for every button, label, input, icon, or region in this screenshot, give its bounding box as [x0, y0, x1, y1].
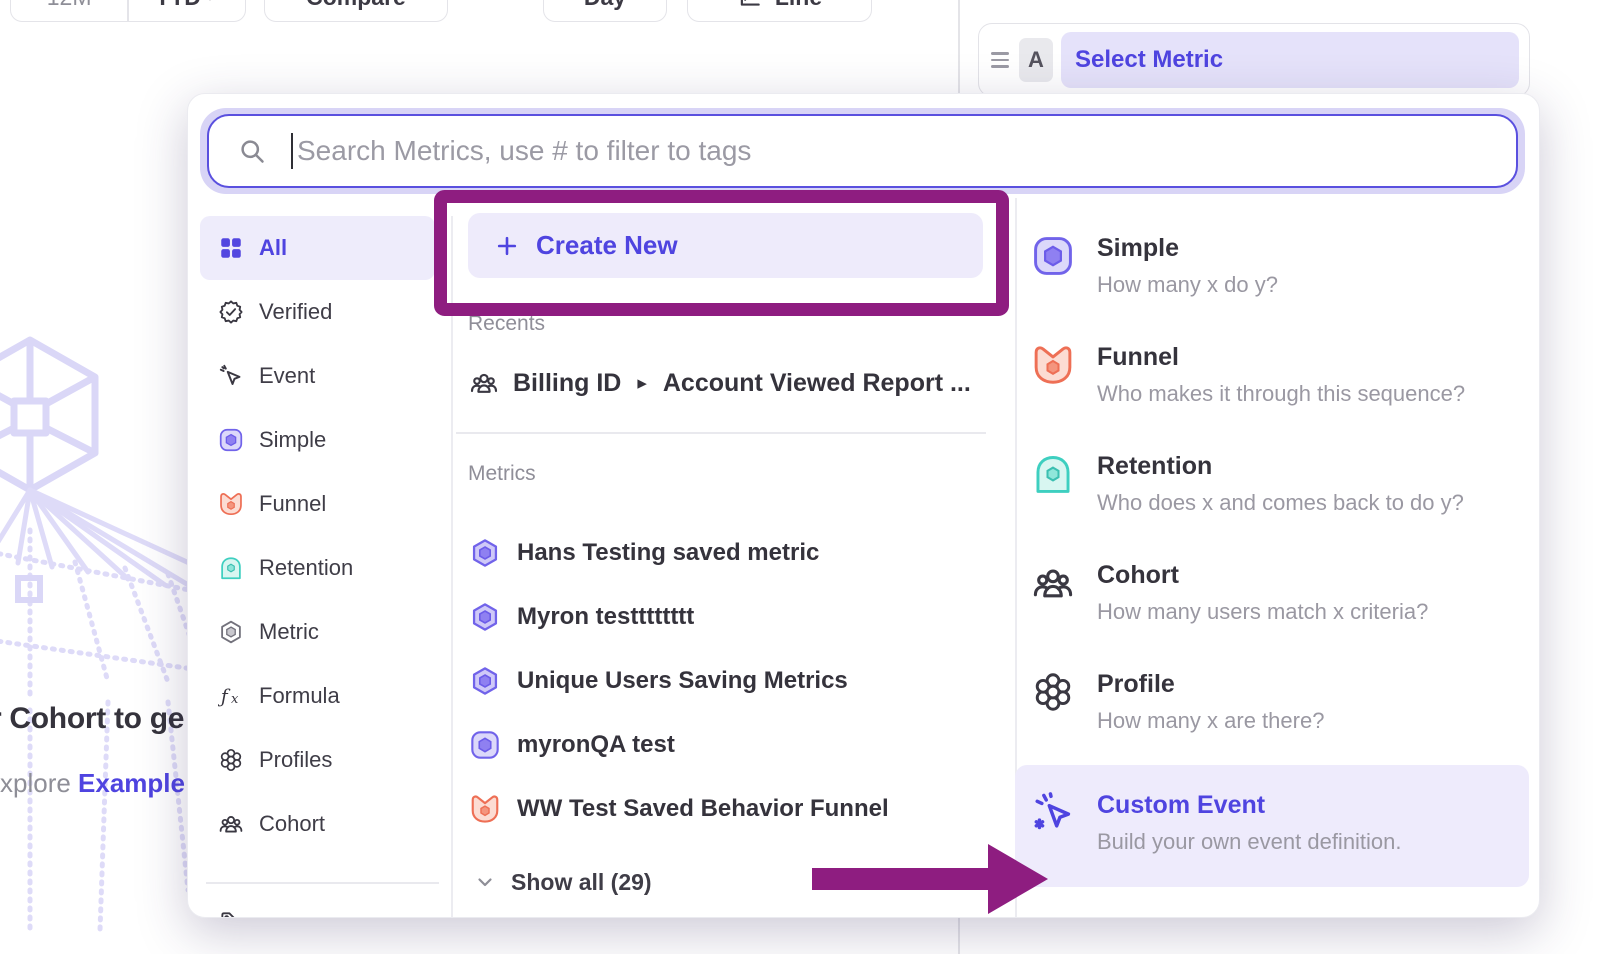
funnel-icon	[469, 793, 501, 825]
empty-state-subtitle: xplore Example R	[0, 768, 211, 799]
breadcrumb-arrow: ▸	[637, 372, 647, 395]
metric-row-header: A Select Metric	[978, 23, 1530, 97]
show-all-button[interactable]: Show all (29)	[473, 856, 652, 908]
funnel-icon	[1031, 343, 1075, 387]
sidebar-item-tags-partial[interactable]	[200, 890, 435, 919]
event-icon	[218, 363, 244, 389]
metric-type-list: Simple How many x do y? Funnel Who makes…	[1015, 198, 1529, 887]
chevron-down-icon	[201, 0, 219, 6]
formula-icon: ƒx	[218, 683, 244, 709]
metric-type-retention[interactable]: Retention Who does x and comes back to d…	[1015, 440, 1529, 549]
grid-icon	[218, 235, 244, 261]
sidebar-item-all[interactable]: All	[200, 216, 435, 280]
wireframe-illustration	[0, 330, 200, 950]
sidebar-item-event[interactable]: Event	[200, 344, 435, 408]
funnel-icon	[218, 491, 244, 517]
tag-icon	[218, 909, 244, 919]
simple-icon	[218, 427, 244, 453]
granularity-day-button[interactable]: Day	[543, 0, 667, 22]
chart-type-line-button[interactable]: Line	[687, 0, 872, 22]
sidebar-footer	[200, 882, 451, 918]
sidebar-item-formula[interactable]: ƒx Formula	[200, 664, 435, 728]
metric-type-profile[interactable]: Profile How many x are there?	[1015, 658, 1529, 767]
sidebar-item-cohort[interactable]: Cohort	[200, 792, 435, 856]
saved-metric-item-myronqa-test[interactable]: myronQA test	[469, 713, 983, 777]
saved-metric-item-ww-test-saved-behavior-funnel[interactable]: WW Test Saved Behavior Funnel	[469, 777, 983, 841]
simple-icon	[469, 729, 501, 761]
drag-handle-icon[interactable]	[991, 52, 1009, 68]
date-range-segmented-control[interactable]: 12M YTD	[10, 0, 246, 22]
sidebar-item-retention[interactable]: Retention	[200, 536, 435, 600]
text-cursor	[291, 133, 293, 169]
metric-type-cohort[interactable]: Cohort How many users match x criteria?	[1015, 549, 1529, 658]
sidebar-column-divider	[451, 216, 453, 918]
svg-text:ƒ: ƒ	[218, 686, 231, 707]
plus-icon	[494, 233, 520, 259]
saved-metric-item-myron-testttttttt[interactable]: Myron testttttttt	[469, 585, 983, 649]
sidebar-item-metric[interactable]: Metric	[200, 600, 435, 664]
profiles-icon	[1031, 670, 1075, 714]
search-placeholder: Search Metrics, use # to filter to tags	[297, 135, 751, 167]
sidebar-item-simple[interactable]: Simple	[200, 408, 435, 472]
svg-text:x: x	[231, 692, 239, 707]
metric-type-funnel[interactable]: Funnel Who makes it through this sequenc…	[1015, 331, 1529, 440]
saved-metric-item-hans-testing-saved-metric[interactable]: Hans Testing saved metric	[469, 521, 983, 585]
line-chart-icon	[737, 0, 763, 10]
saved-metric-icon	[469, 601, 501, 633]
simple-icon	[1031, 234, 1075, 278]
custom-event-icon	[1031, 791, 1075, 835]
select-metric-button[interactable]: Select Metric	[1061, 32, 1519, 88]
retention-icon	[1031, 452, 1075, 496]
saved-metric-icon	[469, 537, 501, 569]
metric-icon	[218, 619, 244, 645]
range-ytd-button[interactable]: YTD	[129, 0, 245, 21]
empty-state-title: r Cohort to ge	[0, 702, 184, 736]
sidebar-divider	[206, 882, 439, 884]
search-input[interactable]: Search Metrics, use # to filter to tags	[207, 114, 1518, 188]
saved-metric-icon	[469, 665, 501, 697]
sidebar-item-profiles[interactable]: Profiles	[200, 728, 435, 792]
metrics-header: Metrics	[468, 462, 536, 486]
sidebar-item-funnel[interactable]: Funnel	[200, 472, 435, 536]
recent-item[interactable]: Billing ID ▸ Account Viewed Report ...	[469, 358, 983, 408]
create-new-button[interactable]: Create New	[468, 213, 983, 278]
profiles-icon	[218, 747, 244, 773]
cohort-icon	[469, 368, 499, 398]
sidebar-item-verified[interactable]: Verified	[200, 280, 435, 344]
compare-button[interactable]: Compare	[264, 0, 448, 22]
recents-divider	[456, 432, 986, 434]
recents-header: Recents	[468, 312, 545, 336]
verified-icon	[218, 299, 244, 325]
cohort-icon	[1031, 561, 1075, 605]
cohort-icon	[218, 811, 244, 837]
metric-type-custom-event[interactable]: Custom Event Build your own event defini…	[1015, 765, 1529, 887]
saved-metrics-list: Hans Testing saved metric Myron testtttt…	[469, 521, 983, 841]
search-icon	[237, 136, 267, 166]
chevron-down-icon	[473, 870, 497, 894]
category-sidebar: All Verified Event Simple Funnel Retenti…	[200, 216, 451, 856]
select-metric-modal: Search Metrics, use # to filter to tags …	[187, 93, 1540, 918]
retention-icon	[218, 555, 244, 581]
saved-metric-item-unique-users-saving-metrics[interactable]: Unique Users Saving Metrics	[469, 649, 983, 713]
metric-type-simple[interactable]: Simple How many x do y?	[1015, 222, 1529, 331]
range-12m-button[interactable]: 12M	[11, 0, 127, 21]
series-a-badge: A	[1019, 38, 1053, 82]
